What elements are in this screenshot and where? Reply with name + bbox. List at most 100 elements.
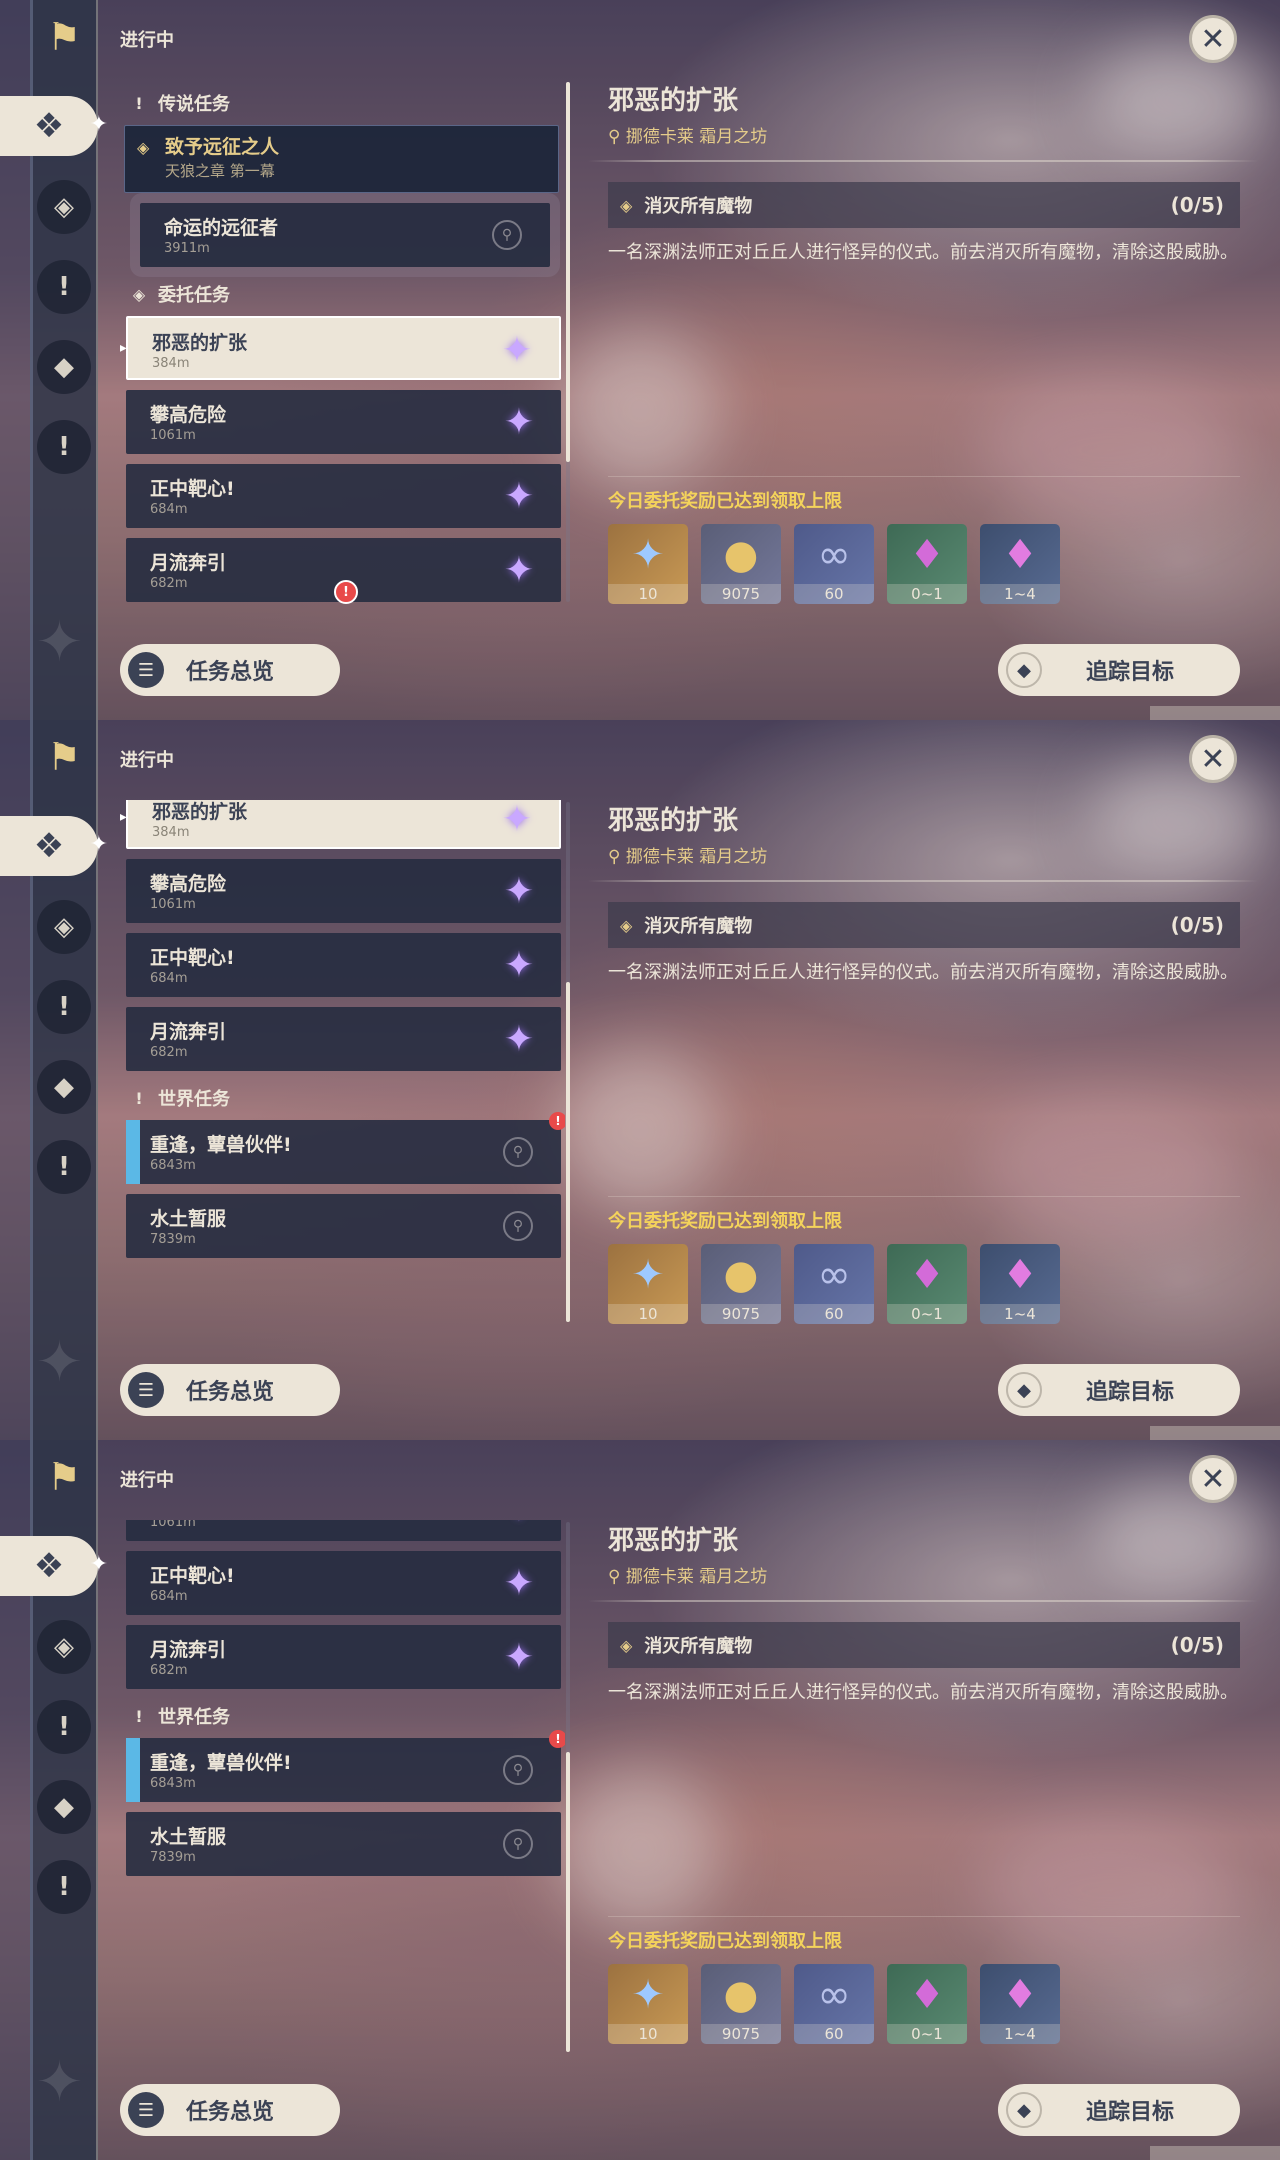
- commission-star-icon: ✦: [503, 944, 535, 986]
- quest-distance: 1061m: [150, 1520, 196, 1530]
- detail-location: ⚲ 挪德卡莱 霜月之坊: [608, 847, 768, 867]
- reward-item[interactable]: ♦ 1~4: [980, 524, 1060, 604]
- scrollbar[interactable]: [566, 82, 570, 602]
- world-quest-card[interactable]: 水土暂服 7839m ⚲: [126, 1812, 561, 1876]
- commission-star-icon: ✦: [501, 329, 533, 371]
- commission-star-icon: ✦: [499, 1520, 539, 1530]
- quest-list[interactable]: ! 传说任务 ◈ 致予远征之人 天狼之章 第一幕 命运的远征者 3911m ⚲ ◈…: [120, 80, 565, 614]
- quest-distance: 682m: [150, 576, 188, 591]
- reward-item[interactable]: ♦ 1~4: [980, 1244, 1060, 1324]
- commission-star-icon: ✦: [503, 549, 535, 591]
- section-commission: ◈ 委托任务: [132, 284, 230, 307]
- reward-item[interactable]: ● 9075: [701, 1244, 781, 1324]
- world-icon[interactable]: !: [37, 1700, 91, 1754]
- world-quest-card[interactable]: 重逢，蕈兽伙伴! 6843m ⚲ !: [126, 1730, 565, 1802]
- commission-card[interactable]: 月流奔引 682m ✦: [126, 1007, 561, 1071]
- friendship-icon: ∞: [817, 1972, 851, 2018]
- reward-item[interactable]: ∞ 60: [794, 1244, 874, 1324]
- reward-item[interactable]: ♦ 0~1: [887, 1244, 967, 1324]
- commission-card[interactable]: ▶ 邪恶的扩张 384m ✦: [120, 800, 561, 849]
- reward-list: ✦ 10 ● 9075 ∞ 60 ♦ 0~1 ♦ 1~4: [608, 1244, 1060, 1324]
- reward-item[interactable]: ● 9075: [701, 524, 781, 604]
- reward-item[interactable]: ♦ 0~1: [887, 1964, 967, 2044]
- commission-card[interactable]: 攀高危险 1061m ✦: [126, 1520, 561, 1541]
- commission-card[interactable]: 正中靶心! 684m ✦: [126, 933, 561, 997]
- quest-overview-button[interactable]: ☰ 任务总览: [120, 1364, 340, 1416]
- reward-notice: 今日委托奖励已达到领取上限: [608, 1211, 842, 1232]
- world-quest-card[interactable]: 水土暂服 7839m ⚲: [126, 1194, 561, 1258]
- world-quest-card[interactable]: 重逢，蕈兽伙伴! 6843m ⚲ !: [126, 1112, 565, 1184]
- quest-title: 攀高危险: [150, 873, 227, 895]
- archon-icon[interactable]: ◈: [37, 1620, 91, 1674]
- story-icon[interactable]: ◆: [37, 340, 91, 394]
- commission-card[interactable]: 月流奔引 682m ✦ !: [126, 538, 561, 604]
- commission-card[interactable]: 正中靶心! 684m ✦: [126, 1551, 561, 1615]
- tracked-tag: [126, 1738, 140, 1802]
- story-icon[interactable]: ◆: [37, 1060, 91, 1114]
- commission-star-icon: ✦: [503, 475, 535, 517]
- reward-item[interactable]: ✦ 10: [608, 524, 688, 604]
- commission-icon[interactable]: ❖: [0, 1536, 108, 1596]
- mora-icon: ●: [723, 532, 759, 578]
- scrollbar[interactable]: [566, 802, 570, 1322]
- overview-icon: ☰: [128, 652, 164, 688]
- alert-icon[interactable]: !: [37, 420, 91, 474]
- reward-item[interactable]: ✦ 10: [608, 1964, 688, 2044]
- reward-item[interactable]: ✦ 10: [608, 1244, 688, 1324]
- primogem-icon: ✦: [631, 1252, 665, 1298]
- world-icon[interactable]: !: [37, 980, 91, 1034]
- objective-icon: ◈: [620, 195, 633, 215]
- reward-item[interactable]: ∞ 60: [794, 524, 874, 604]
- quest-list[interactable]: 攀高危险 1061m ✦ 正中靶心! 684m ✦ 月流奔引 682m ✦ !世…: [120, 1520, 565, 2054]
- reward-item[interactable]: ● 9075: [701, 1964, 781, 2044]
- section-legend: ! 传说任务: [135, 93, 230, 116]
- quest-distance: 1061m: [150, 428, 196, 443]
- alert-icon[interactable]: !: [37, 1140, 91, 1194]
- detail-title: 邪恶的扩张: [608, 86, 739, 116]
- commission-icon[interactable]: ❖: [0, 96, 108, 156]
- quest-list[interactable]: ▶ 邪恶的扩张 384m ✦ 攀高危险 1061m ✦ 正中靶心! 684m ✦…: [120, 800, 565, 1334]
- quest-overview-button[interactable]: ☰ 任务总览: [120, 644, 340, 696]
- new-badge: !: [549, 1730, 565, 1748]
- commission-icon[interactable]: ❖: [0, 816, 108, 876]
- commission-card[interactable]: ▶ 邪恶的扩张 384m ✦: [120, 316, 561, 380]
- archon-icon[interactable]: ◈: [37, 180, 91, 234]
- commission-card[interactable]: 月流奔引 682m ✦: [126, 1625, 561, 1689]
- commission-star-icon: ✦: [501, 800, 533, 840]
- left-rail: ✦ ⚑ ❖ ◈ ! ◆ !: [0, 720, 108, 1440]
- reward-item[interactable]: ♦ 1~4: [980, 1964, 1060, 2044]
- commission-card[interactable]: 正中靶心! 684m ✦: [126, 464, 561, 528]
- tracked-tag: [126, 1120, 140, 1184]
- pin-icon: ⚲: [492, 220, 522, 250]
- legend-quest-card[interactable]: ◈ 致予远征之人 天狼之章 第一幕: [124, 125, 559, 193]
- commission-card[interactable]: 攀高危险 1061m ✦: [126, 390, 561, 454]
- detail-title: 邪恶的扩张: [608, 1526, 739, 1556]
- quest-detail: 邪恶的扩张 ⚲ 挪德卡莱 霜月之坊 ◈ 消灭所有魔物 (0/5) 一名深渊法师正对丘…: [588, 0, 1258, 720]
- world-icon[interactable]: !: [37, 260, 91, 314]
- legend-subquest-card[interactable]: 命运的远征者 3911m ⚲: [130, 193, 560, 277]
- mora-icon: ●: [723, 1252, 759, 1298]
- friendship-icon: ∞: [817, 532, 851, 578]
- location-pin-icon: ⚲: [608, 127, 626, 147]
- quest-banner-icon[interactable]: ⚑: [37, 730, 91, 784]
- quest-title: 邪恶的扩张: [152, 332, 248, 354]
- scrollbar[interactable]: [566, 1522, 570, 2052]
- legend-icon: ◈: [137, 138, 150, 157]
- pin-icon: ⚲: [503, 1755, 533, 1785]
- story-icon[interactable]: ◆: [37, 1780, 91, 1834]
- quest-overview-button[interactable]: ☰ 任务总览: [120, 2084, 340, 2136]
- quest-banner-icon[interactable]: ⚑: [37, 10, 91, 64]
- quest-title: 月流奔引: [150, 1021, 227, 1043]
- archon-icon[interactable]: ◈: [37, 900, 91, 954]
- reward-item[interactable]: ∞ 60: [794, 1964, 874, 2044]
- detail-description: 一名深渊法师正对丘丘人进行怪异的仪式。前去消灭所有魔物，清除这股威胁。: [608, 1682, 1238, 1703]
- quest-banner-icon[interactable]: ⚑: [37, 1450, 91, 1504]
- reward-item[interactable]: ♦ 0~1: [887, 524, 967, 604]
- commission-star-icon: ✦: [503, 1018, 535, 1060]
- objective-icon: ◈: [620, 915, 633, 935]
- alert-icon[interactable]: !: [37, 1860, 91, 1914]
- objective-row: ◈ 消灭所有魔物 (0/5): [608, 902, 1240, 948]
- new-badge: !: [549, 1112, 565, 1130]
- quest-detail: 邪恶的扩张 ⚲ 挪德卡莱 霜月之坊 ◈ 消灭所有魔物 (0/5) 一名深渊法师正对丘…: [588, 720, 1258, 1440]
- commission-card[interactable]: 攀高危险 1061m ✦: [126, 859, 561, 923]
